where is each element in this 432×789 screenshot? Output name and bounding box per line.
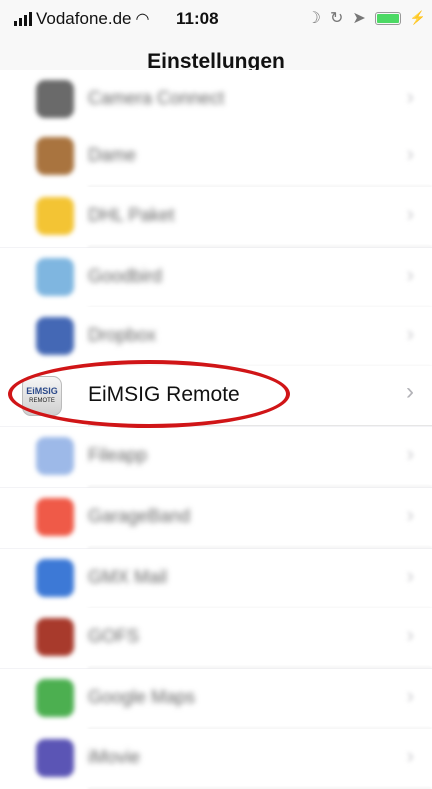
settings-row-gmx-mail[interactable]: GMX Mail ›	[0, 549, 432, 609]
carrier-info: Vodafone.de ◠	[14, 9, 149, 29]
gmx-mail-icon	[36, 559, 74, 597]
dame-icon	[36, 137, 74, 175]
row-label: Google Maps	[88, 687, 196, 707]
chevron-right-icon: ›	[406, 563, 414, 588]
settings-row-camera-connect[interactable]: Camera Connect ›	[0, 70, 432, 130]
row-label: EiMSIG Remote	[88, 383, 240, 406]
chevron-right-icon: ›	[406, 84, 414, 109]
chevron-right-icon: ›	[406, 262, 414, 287]
chevron-right-icon: ›	[406, 683, 414, 708]
row-separator	[88, 486, 432, 487]
row-separator	[88, 425, 432, 426]
row-label: GOFS	[88, 626, 140, 646]
row-separator	[88, 667, 432, 668]
google-maps-icon	[36, 679, 74, 717]
row-label: iMovie	[88, 747, 141, 767]
row-label: GarageBand	[88, 506, 191, 526]
chevron-right-icon: ›	[406, 201, 414, 226]
dhl-icon	[36, 197, 74, 235]
row-separator	[88, 547, 432, 548]
moon-icon: ☽	[306, 10, 321, 27]
dropbox-icon	[36, 317, 74, 355]
row-label: Fileapp	[88, 445, 148, 465]
row-separator	[88, 246, 432, 247]
carrier-name: Vodafone.de	[36, 9, 132, 28]
gofs-icon	[36, 618, 74, 656]
chevron-right-icon: ›	[406, 378, 414, 405]
chevron-right-icon: ›	[406, 141, 414, 166]
chevron-right-icon: ›	[406, 441, 414, 466]
status-bar: Vodafone.de ◠ 11:08 ☽ ↻ ➤ ⚡	[0, 0, 432, 38]
battery-icon	[374, 11, 401, 25]
fileapp-icon	[36, 437, 74, 475]
settings-row-dame[interactable]: Dame ›	[0, 127, 432, 187]
settings-row-goodbird[interactable]: Goodbird ›	[0, 248, 432, 308]
icon-text-remote: REMOTE	[29, 398, 55, 404]
chevron-right-icon: ›	[406, 743, 414, 768]
row-label: Dame	[88, 145, 137, 165]
status-icons: ☽ ↻ ➤ ⚡	[307, 8, 426, 28]
row-label: Dropbox	[88, 325, 157, 345]
status-time: 11:08	[176, 9, 219, 28]
camera-connect-icon	[36, 80, 74, 118]
settings-row-fileapp[interactable]: Fileapp ›	[0, 427, 432, 487]
row-label: DHL Paket	[88, 205, 175, 225]
chevron-right-icon: ›	[406, 622, 414, 647]
goodbird-icon	[36, 258, 74, 296]
settings-row-eimsig-remote[interactable]: EiMSIG REMOTE EiMSIG Remote ›	[0, 366, 432, 426]
settings-row-imovie[interactable]: iMovie ›	[0, 729, 432, 789]
eimsig-remote-icon: EiMSIG REMOTE	[22, 376, 62, 416]
imovie-icon	[36, 739, 74, 777]
row-label: GMX Mail	[88, 567, 168, 587]
icon-text-eimsig: EiMSIG	[26, 386, 58, 396]
settings-row-garageband[interactable]: GarageBand ›	[0, 488, 432, 548]
settings-row-gofs[interactable]: GOFS ›	[0, 608, 432, 668]
signal-icon	[14, 12, 32, 26]
settings-row-dropbox[interactable]: Dropbox ›	[0, 307, 432, 367]
location-icon: ➤	[352, 10, 366, 27]
chevron-right-icon: ›	[406, 502, 414, 527]
wifi-icon: ◠	[135, 11, 150, 28]
row-label: Camera Connect	[88, 88, 225, 108]
charging-icon: ⚡	[409, 10, 426, 25]
chevron-right-icon: ›	[406, 321, 414, 346]
row-label: Goodbird	[88, 266, 163, 286]
settings-row-dhl[interactable]: DHL Paket ›	[0, 187, 432, 247]
orientation-lock-icon: ↻	[330, 10, 344, 27]
garageband-icon	[36, 498, 74, 536]
settings-row-google-maps[interactable]: Google Maps ›	[0, 669, 432, 729]
